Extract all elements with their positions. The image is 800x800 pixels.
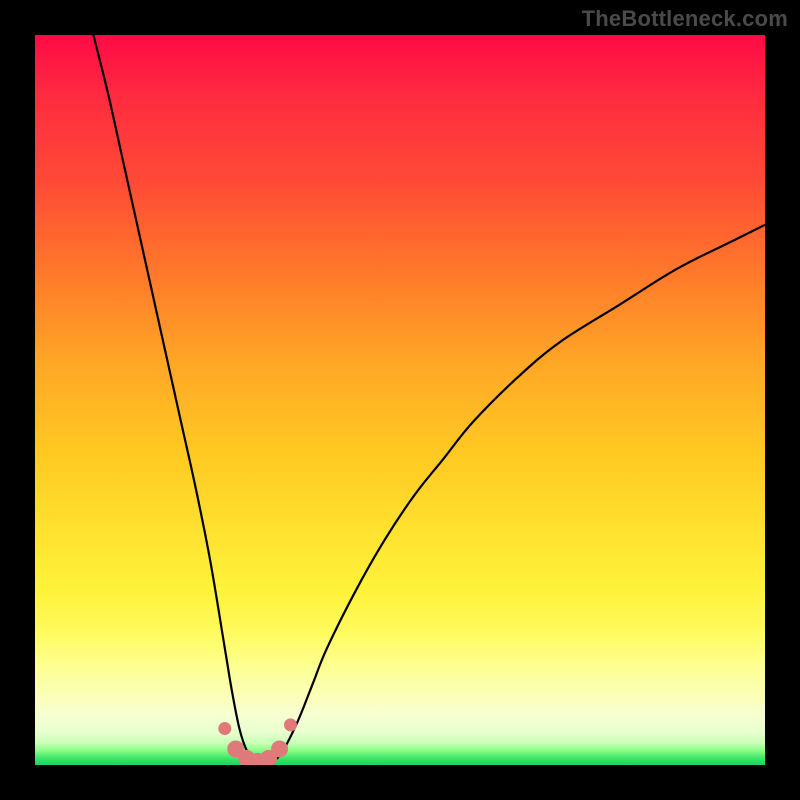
watermark-text: TheBottleneck.com (582, 6, 788, 32)
curve-svg (35, 35, 765, 765)
plot-area (35, 35, 765, 765)
highlight-dot (284, 718, 297, 731)
chart-stage: TheBottleneck.com (0, 0, 800, 800)
highlight-dots (218, 718, 297, 765)
highlight-dot (218, 722, 231, 735)
highlight-dot (271, 740, 288, 757)
bottleneck-curve (93, 35, 765, 762)
